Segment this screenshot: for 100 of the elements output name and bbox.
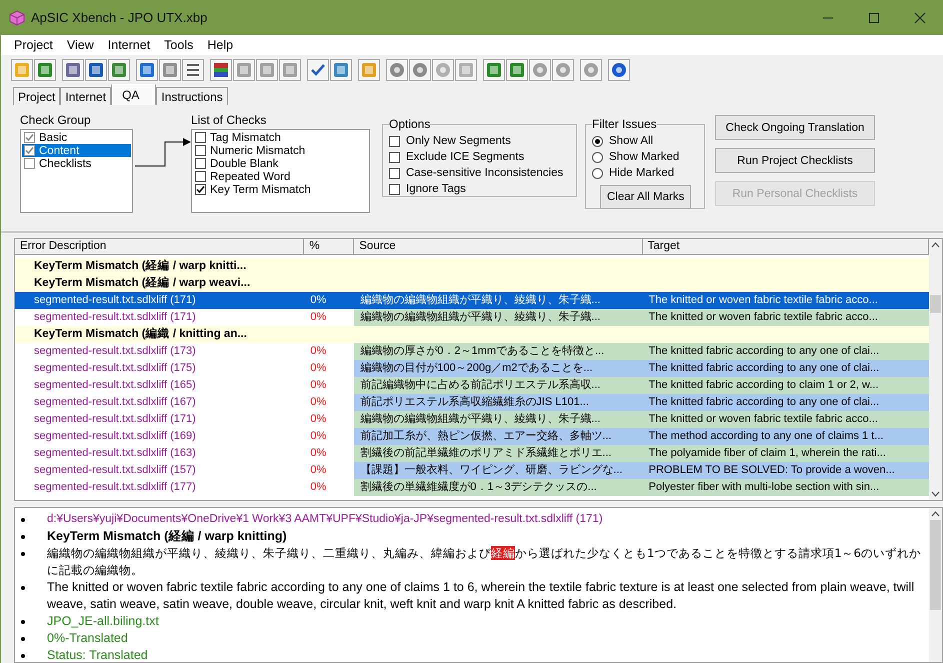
- check-item[interactable]: Double Blank: [193, 157, 368, 170]
- table-cell-text: 0%: [309, 344, 328, 359]
- table-cell: The method according to any one of claims 1 t...: [642, 428, 929, 445]
- toolbar-button[interactable]: [62, 59, 84, 81]
- tab[interactable]: Internet: [60, 87, 112, 105]
- menu-item[interactable]: View: [60, 38, 101, 52]
- toolbar-button[interactable]: [330, 59, 352, 81]
- square-icon: [162, 62, 178, 78]
- list-icon: [185, 62, 201, 78]
- square-icon: [259, 62, 275, 78]
- column-header[interactable]: Target: [642, 239, 929, 255]
- checkmark-icon: [310, 62, 326, 78]
- tab[interactable]: Project: [13, 87, 60, 105]
- check-item[interactable]: Numeric Mismatch: [193, 144, 368, 157]
- table-cell: 【課題】一般衣料、ワイピング、研磨、ラビングな...: [354, 462, 643, 479]
- group-row[interactable]: KeyTerm Mismatch (経編 / warp knitti...: [15, 258, 929, 275]
- check-item[interactable]: Repeated Word: [193, 170, 368, 183]
- toolbar-button[interactable]: [506, 59, 528, 81]
- color-square-icon: [213, 62, 229, 78]
- target-text: The knitted or woven fabric textile fabric according to any one of claims 1 to 6, wherein the textile fabric texture is at least one selected from plain weave, twill weave, satin weave, satin weave, double weave, circular knit, weft knit and warp knit A knitted fabric as described.: [47, 579, 916, 613]
- table-cell: 編織物の厚さが0．2～1mmであることを特徴と...: [354, 343, 643, 360]
- column-header[interactable]: Source: [354, 239, 643, 255]
- toolbar-button[interactable]: [210, 59, 232, 81]
- table-cell[interactable]: segmented-result.txt.sdlxliff (173): [15, 343, 304, 360]
- table-cell: 0%: [304, 292, 354, 309]
- table-cell[interactable]: segmented-result.txt.sdlxliff (171): [15, 292, 304, 309]
- radio-option[interactable]: Hide Marked: [592, 165, 698, 181]
- check-item[interactable]: Tag Mismatch: [193, 131, 368, 144]
- info-text: JPO_JE-all.biling.txt: [47, 613, 159, 630]
- menu-item[interactable]: Help: [200, 38, 240, 52]
- scroll-thumb[interactable]: [930, 295, 941, 313]
- table-cell: 編織物の編織物組織が平織り、綾織り、朱子織...: [354, 292, 643, 309]
- clear-marks-button[interactable]: Clear All Marks: [600, 185, 692, 209]
- table-cell[interactable]: segmented-result.txt.sdlxliff (169): [15, 428, 304, 445]
- action-button[interactable]: Check Ongoing Translation: [715, 115, 875, 140]
- table-cell: The knitted or woven fabric textile fabric acco...: [642, 292, 929, 309]
- toolbar-button[interactable]: [409, 59, 431, 81]
- table-cell: The knitted fabric according to any one of clai...: [642, 360, 929, 377]
- table-cell[interactable]: segmented-result.txt.sdlxliff (171): [15, 411, 304, 428]
- option-checkbox[interactable]: Case-sensitive Inconsistencies: [389, 165, 570, 181]
- table-cell[interactable]: segmented-result.txt.sdlxliff (165): [15, 377, 304, 394]
- list-item[interactable]: Basic: [22, 131, 131, 144]
- group-row[interactable]: KeyTerm Mismatch (経編 / warp weavi...: [15, 275, 929, 292]
- info-text: 0%-Translated: [47, 630, 128, 647]
- menu-item[interactable]: Project: [7, 38, 60, 52]
- toolbar-button[interactable]: [386, 59, 408, 81]
- table-cell[interactable]: segmented-result.txt.sdlxliff (175): [15, 360, 304, 377]
- table-cell: The polyamide fiber of claim 1, wherein the rati...: [642, 445, 929, 462]
- tab[interactable]: QA: [111, 84, 156, 105]
- checkbox[interactable]: [24, 158, 35, 169]
- table-cell[interactable]: segmented-result.txt.sdlxliff (163): [15, 445, 304, 462]
- table-cell: 編織物の目付が100～200g／m2であることを...: [354, 360, 643, 377]
- option-checkbox[interactable]: Exclude ICE Segments: [389, 149, 570, 165]
- table-cell: The knitted fabric according to claim 1 or 2, w...: [642, 377, 929, 394]
- list-of-checks-label: List of Checks: [191, 113, 268, 127]
- toolbar-button[interactable]: [136, 59, 158, 81]
- tab[interactable]: Instructions: [156, 87, 228, 105]
- option-checkbox[interactable]: Ignore Tags: [389, 181, 570, 197]
- toolbar-button[interactable]: [182, 59, 204, 81]
- toolbar-button[interactable]: [159, 59, 181, 81]
- table-cell-text: 0%: [309, 463, 328, 478]
- column-header[interactable]: %: [304, 239, 354, 255]
- table-cell[interactable]: segmented-result.txt.sdlxliff (157): [15, 462, 304, 479]
- file-path: d:¥Users¥yuji¥Documents¥OneDrive¥1 Work¥3 AAMT¥UPF¥Studio¥ja-JP¥segmented-result.txt.sdlxliff (171): [47, 512, 603, 527]
- error-title: KeyTerm Mismatch (経編 / warp knitting): [47, 528, 287, 545]
- table-cell-text: 0%: [309, 429, 328, 444]
- table-cell: 編織物の編織物組織が平織り、綾織り、朱子織...: [354, 411, 643, 428]
- action-button[interactable]: Run Project Checklists: [715, 148, 875, 173]
- table-cell[interactable]: segmented-result.txt.sdlxliff (167): [15, 394, 304, 411]
- check-item[interactable]: Key Term Mismatch: [193, 183, 368, 196]
- table-cell[interactable]: segmented-result.txt.sdlxliff (177): [15, 479, 304, 496]
- table-cell: The knitted fabric according to any one of clai...: [642, 394, 929, 411]
- scrollbar[interactable]: [929, 239, 942, 500]
- toolbar-button[interactable]: [34, 59, 56, 81]
- menu-item[interactable]: Tools: [157, 38, 200, 52]
- table-cell: 編織物の編織物組織が平織り、綾織り、朱子織...: [354, 309, 643, 326]
- checkbox[interactable]: [24, 145, 35, 156]
- radio-option[interactable]: Show Marked: [592, 149, 698, 165]
- toolbar-button[interactable]: [307, 59, 329, 81]
- toolbar-button[interactable]: [85, 59, 107, 81]
- table-cell[interactable]: segmented-result.txt.sdlxliff (171): [15, 309, 304, 326]
- table-cell: The knitted or woven fabric textile fabric acco...: [642, 309, 929, 326]
- filter-issues-label: Filter Issues: [592, 117, 657, 131]
- toolbar-button[interactable]: [483, 59, 505, 81]
- group-row[interactable]: KeyTerm Mismatch (編織 / knitting an...: [15, 326, 929, 343]
- scroll-thumb[interactable]: [930, 520, 941, 610]
- toolbar-button[interactable]: [108, 59, 130, 81]
- scrollbar[interactable]: [929, 508, 942, 662]
- list-item[interactable]: Content: [22, 144, 131, 157]
- table-cell: The knitted or woven fabric textile fabric acco...: [642, 411, 929, 428]
- checkbox[interactable]: [24, 132, 35, 143]
- toolbar-button[interactable]: [608, 59, 630, 81]
- option-checkbox[interactable]: Only New Segments: [389, 133, 570, 149]
- list-item[interactable]: Checklists: [22, 157, 131, 170]
- table-cell: The knitted fabric according to any one of clai...: [642, 343, 929, 360]
- info-text: Status: Translated: [47, 647, 148, 662]
- window-title: ApSIC Xbench - JPO UTX.xbp: [31, 10, 208, 25]
- column-header[interactable]: Error Description: [15, 239, 304, 255]
- menu-item[interactable]: Internet: [100, 38, 158, 52]
- radio-option[interactable]: Show All: [592, 133, 698, 149]
